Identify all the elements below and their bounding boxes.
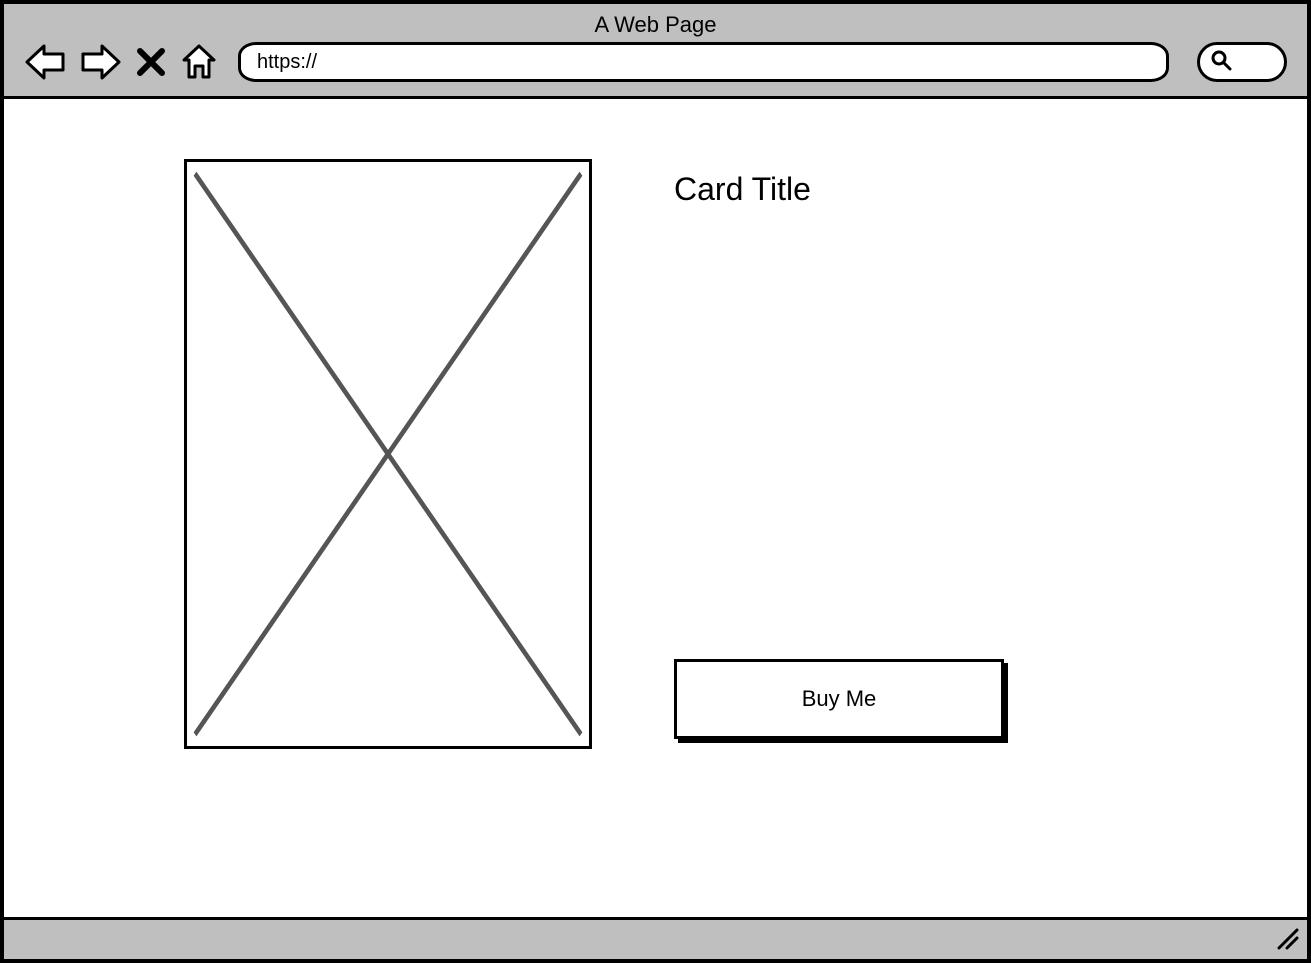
card-title: Card Title [674, 171, 1004, 208]
search-button[interactable] [1197, 42, 1287, 82]
product-card: Card Title Buy Me [184, 159, 1004, 749]
page-title: A Web Page [24, 12, 1287, 42]
browser-toolbar [24, 42, 1287, 82]
resize-grip-icon[interactable] [1273, 924, 1299, 955]
nav-icons-group [24, 43, 218, 81]
address-input[interactable] [257, 51, 1150, 74]
status-bar [4, 917, 1307, 959]
back-arrow-icon[interactable] [24, 44, 66, 80]
card-body: Card Title Buy Me [674, 159, 1004, 749]
stop-x-icon[interactable] [136, 47, 166, 77]
browser-window: A Web Page [0, 0, 1311, 963]
buy-button[interactable]: Buy Me [674, 659, 1004, 739]
browser-chrome: A Web Page [4, 4, 1307, 99]
home-icon[interactable] [180, 43, 218, 81]
page-content: Card Title Buy Me [4, 99, 1307, 917]
product-image-placeholder [184, 159, 592, 749]
forward-arrow-icon[interactable] [80, 44, 122, 80]
search-icon [1210, 49, 1232, 76]
address-bar[interactable] [238, 42, 1169, 82]
